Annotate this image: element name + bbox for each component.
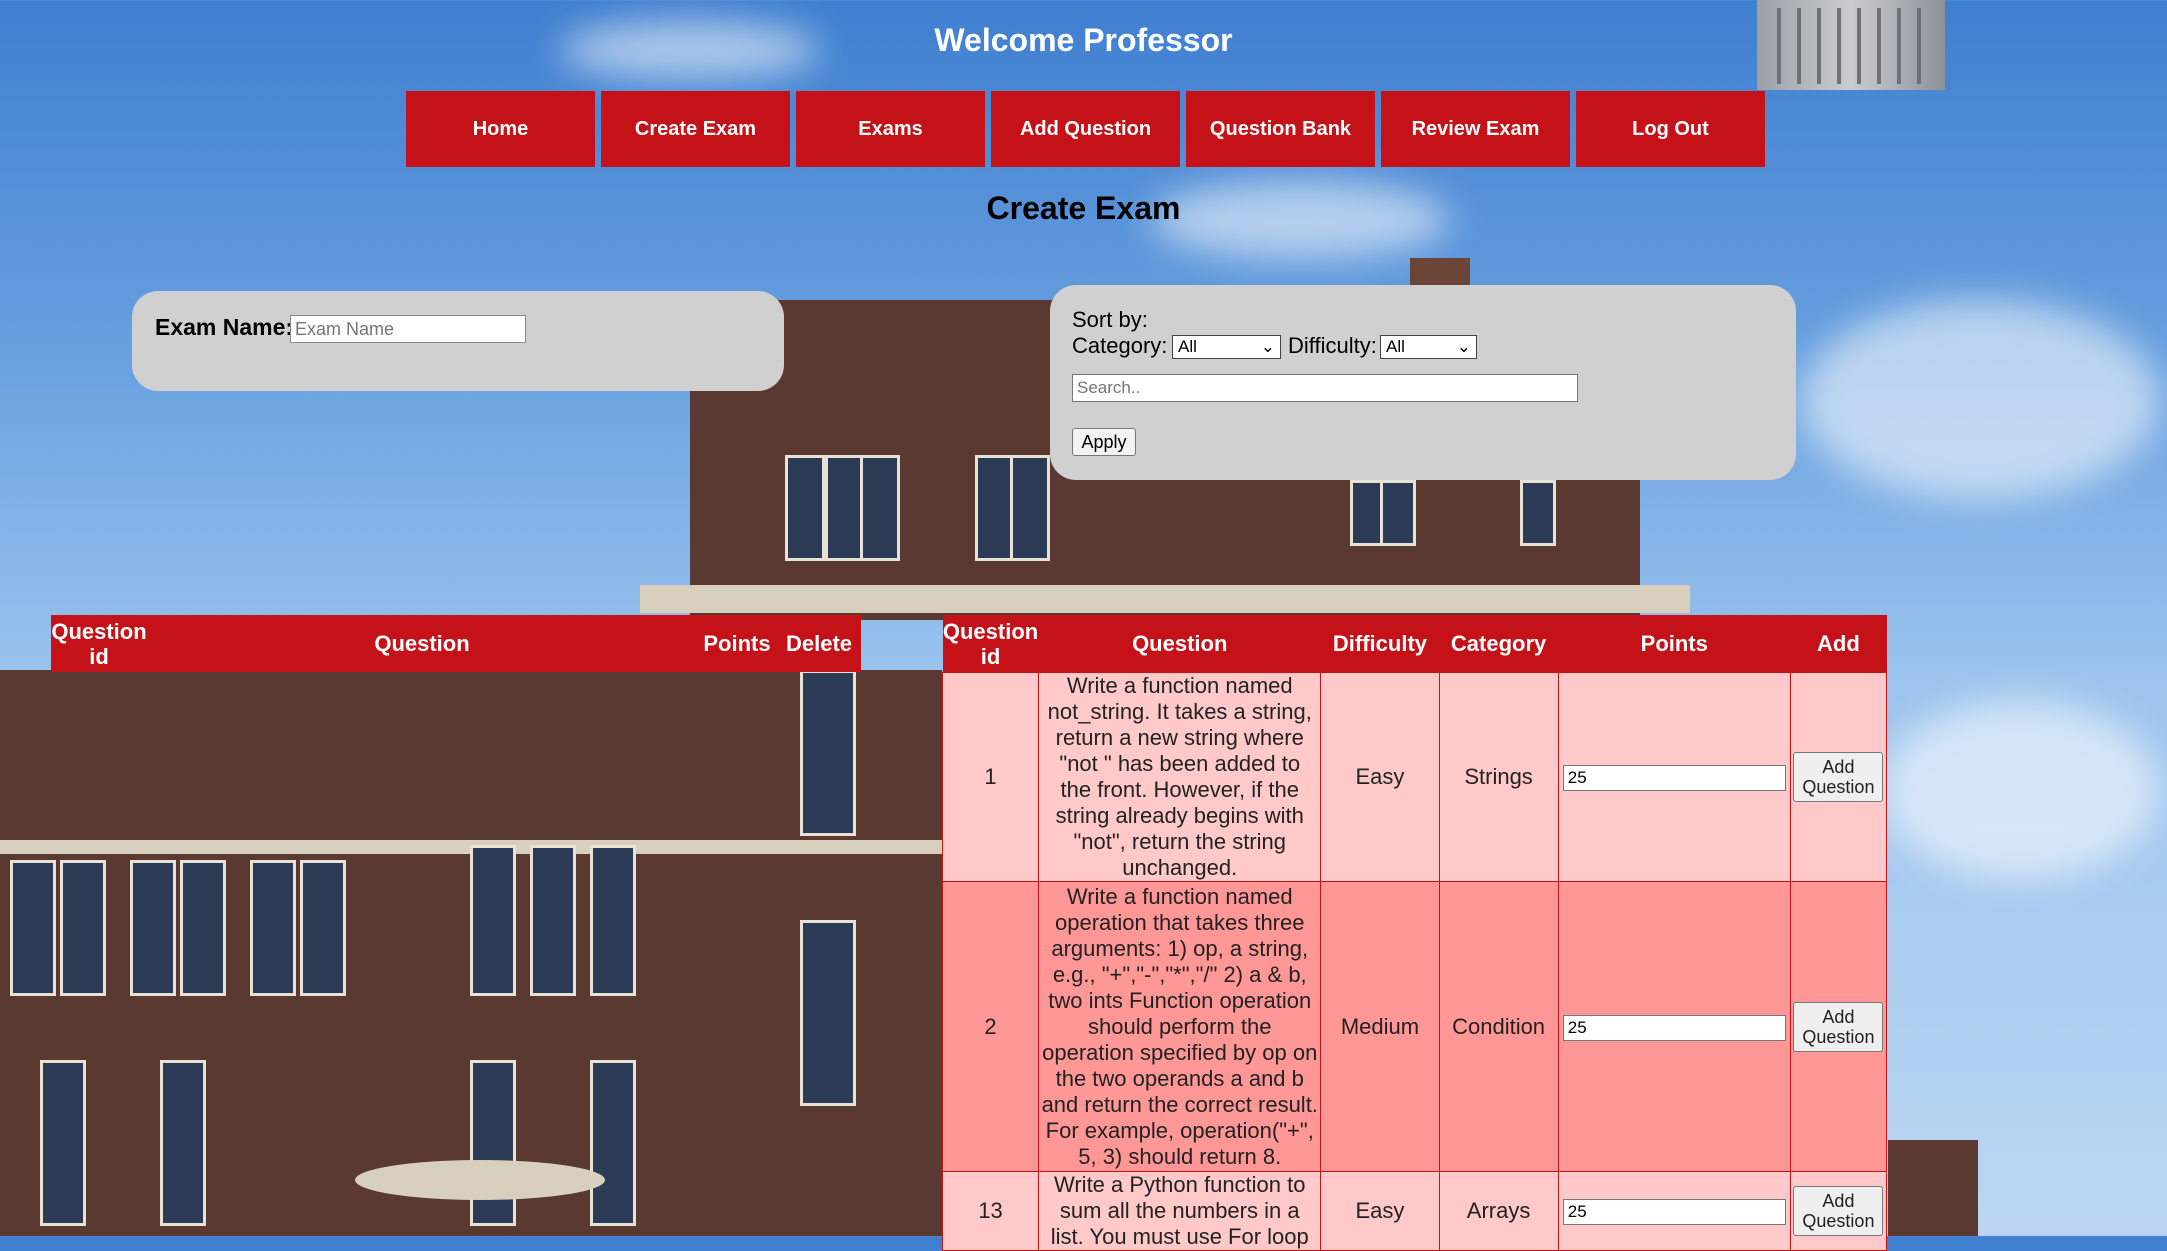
- sort-by-label: Sort by:: [1072, 307, 1148, 332]
- category-cell: Strings: [1438, 672, 1559, 882]
- nav-log-out-button[interactable]: Log Out: [1576, 91, 1765, 167]
- column-header-question-id: Question id: [942, 615, 1039, 673]
- exam-name-input[interactable]: [290, 315, 526, 343]
- exam-name-panel: Exam Name:: [132, 291, 784, 391]
- question-text-cell: Write a function named not_string. It ta…: [1038, 672, 1322, 882]
- difficulty-cell: Easy: [1320, 1171, 1440, 1251]
- nav-question-bank-button[interactable]: Question Bank: [1186, 91, 1375, 167]
- main-nav: Home Create Exam Exams Add Question Ques…: [406, 91, 1765, 167]
- add-cell: Add Question: [1789, 672, 1888, 882]
- points-input[interactable]: [1562, 1199, 1786, 1225]
- add-cell: Add Question: [1789, 881, 1888, 1172]
- exam-name-label: Exam Name:: [155, 314, 294, 340]
- difficulty-select[interactable]: All ⌄: [1380, 335, 1477, 359]
- selected-questions-table: Question id Question Points Delete: [51, 615, 861, 672]
- bank-table-header-row: Question id Question Difficulty Category…: [942, 615, 1887, 673]
- column-header-points: Points: [697, 615, 777, 672]
- table-row: 2 Write a function named operation that …: [941, 881, 1888, 1172]
- column-header-delete: Delete: [777, 615, 861, 672]
- table-row: 13 Write a Python function to sum all th…: [941, 1171, 1888, 1251]
- category-select[interactable]: All ⌄: [1172, 335, 1281, 359]
- difficulty-select-value: All: [1386, 337, 1405, 356]
- question-id-cell: 1: [941, 672, 1040, 882]
- nav-add-question-button[interactable]: Add Question: [991, 91, 1180, 167]
- selected-table-header-row: Question id Question Points Delete: [51, 615, 861, 672]
- column-header-points: Points: [1558, 615, 1791, 673]
- points-input[interactable]: [1562, 1014, 1786, 1041]
- question-bank-table: Question id Question Difficulty Category…: [941, 615, 1888, 1251]
- category-cell: Arrays: [1438, 1171, 1559, 1251]
- points-input[interactable]: [1562, 765, 1786, 791]
- add-question-button[interactable]: Add Question: [1793, 752, 1884, 802]
- difficulty-cell: Easy: [1320, 672, 1440, 882]
- question-id-cell: 13: [941, 1171, 1040, 1251]
- add-question-button[interactable]: Add Question: [1793, 1001, 1884, 1052]
- question-text-cell: Write a Python function to sum all the n…: [1038, 1171, 1322, 1251]
- nav-home-button[interactable]: Home: [406, 91, 595, 167]
- search-input[interactable]: [1072, 374, 1578, 402]
- filter-panel: Sort by: Category: All ⌄ Difficulty: All…: [1050, 285, 1796, 480]
- difficulty-cell: Medium: [1320, 881, 1440, 1172]
- column-header-question-id: Question id: [51, 615, 147, 672]
- chevron-down-icon: ⌄: [1260, 337, 1275, 356]
- category-cell: Condition: [1438, 881, 1559, 1172]
- column-header-question: Question: [147, 615, 697, 672]
- difficulty-label: Difficulty:: [1288, 333, 1377, 358]
- category-select-value: All: [1178, 337, 1197, 356]
- question-id-cell: 2: [941, 881, 1040, 1172]
- add-question-button[interactable]: Add Question: [1793, 1186, 1884, 1236]
- nav-review-exam-button[interactable]: Review Exam: [1381, 91, 1570, 167]
- column-header-difficulty: Difficulty: [1320, 615, 1440, 673]
- category-label: Category:: [1072, 333, 1168, 358]
- nav-exams-button[interactable]: Exams: [796, 91, 985, 167]
- nav-create-exam-button[interactable]: Create Exam: [601, 91, 790, 167]
- add-cell: Add Question: [1789, 1171, 1888, 1251]
- apply-button[interactable]: Apply: [1072, 428, 1136, 456]
- points-cell: [1557, 672, 1791, 882]
- points-cell: [1557, 1171, 1791, 1251]
- chevron-down-icon: ⌄: [1456, 337, 1471, 356]
- welcome-header: Welcome Professor: [934, 22, 1233, 58]
- table-row: 1 Write a function named not_string. It …: [941, 672, 1888, 882]
- points-cell: [1557, 881, 1791, 1172]
- question-text-cell: Write a function named operation that ta…: [1038, 881, 1322, 1172]
- column-header-add: Add: [1790, 615, 1887, 673]
- page-title: Create Exam: [986, 190, 1181, 226]
- column-header-category: Category: [1439, 615, 1559, 673]
- column-header-question: Question: [1038, 615, 1321, 673]
